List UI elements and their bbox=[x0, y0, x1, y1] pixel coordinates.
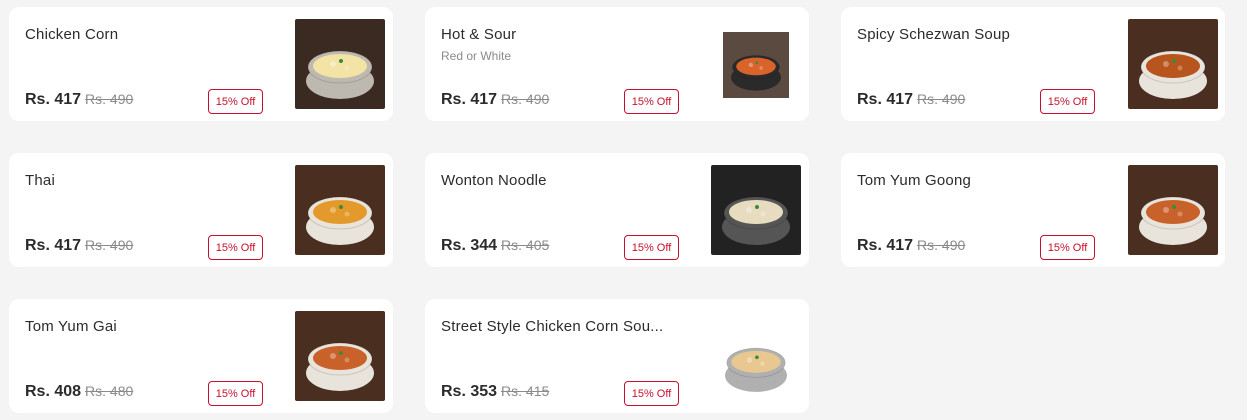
soup-bowl-icon bbox=[295, 19, 385, 109]
item-original-price: Rs. 490 bbox=[85, 91, 134, 107]
item-image[interactable] bbox=[295, 19, 385, 109]
item-price: Rs. 417 bbox=[25, 91, 82, 108]
price-row: Rs. 417 Rs. 490 bbox=[441, 91, 549, 109]
item-image[interactable] bbox=[1128, 165, 1218, 255]
item-original-price: Rs. 490 bbox=[501, 91, 550, 107]
item-image[interactable] bbox=[295, 311, 385, 401]
discount-badge: 15% Off bbox=[208, 89, 263, 114]
item-original-price: Rs. 405 bbox=[501, 237, 550, 253]
price-row: Rs. 417 Rs. 490 bbox=[857, 91, 965, 109]
menu-item-card[interactable]: Tom Yum Gai Rs. 408 Rs. 480 15% Off bbox=[9, 299, 393, 413]
item-name: Chicken Corn bbox=[25, 26, 119, 43]
item-name: Street Style Chicken Corn Sou... bbox=[441, 318, 664, 335]
item-image[interactable] bbox=[295, 165, 385, 255]
discount-badge: 15% Off bbox=[624, 89, 679, 114]
soup-bowl-icon bbox=[723, 32, 789, 98]
item-original-price: Rs. 490 bbox=[917, 237, 966, 253]
price-row: Rs. 417 Rs. 490 bbox=[25, 237, 133, 255]
discount-badge: 15% Off bbox=[1040, 89, 1095, 114]
discount-badge: 15% Off bbox=[624, 235, 679, 260]
price-row: Rs. 417 Rs. 490 bbox=[857, 237, 965, 255]
item-image[interactable] bbox=[1128, 19, 1218, 109]
discount-badge: 15% Off bbox=[208, 235, 263, 260]
item-original-price: Rs. 415 bbox=[501, 383, 550, 399]
item-name: Spicy Schezwan Soup bbox=[857, 26, 1011, 43]
price-row: Rs. 408 Rs. 480 bbox=[25, 383, 133, 401]
item-price: Rs. 417 bbox=[857, 91, 914, 108]
menu-grid: Chicken Corn Rs. 417 Rs. 490 15% Off Hot… bbox=[0, 0, 1247, 420]
menu-item-card[interactable]: Street Style Chicken Corn Sou... Rs. 353… bbox=[425, 299, 809, 413]
menu-item-card[interactable]: Chicken Corn Rs. 417 Rs. 490 15% Off bbox=[9, 7, 393, 121]
item-price: Rs. 417 bbox=[857, 237, 914, 254]
price-row: Rs. 344 Rs. 405 bbox=[441, 237, 549, 255]
item-price: Rs. 408 bbox=[25, 383, 82, 400]
item-name: Tom Yum Gai bbox=[25, 318, 117, 335]
item-name: Wonton Noodle bbox=[441, 172, 547, 189]
item-name: Hot & Sour bbox=[441, 26, 517, 43]
item-original-price: Rs. 480 bbox=[85, 383, 134, 399]
item-price: Rs. 353 bbox=[441, 383, 498, 400]
item-price: Rs. 417 bbox=[441, 91, 498, 108]
menu-item-card[interactable]: Thai Rs. 417 Rs. 490 15% Off bbox=[9, 153, 393, 267]
menu-item-card[interactable]: Spicy Schezwan Soup Rs. 417 Rs. 490 15% … bbox=[841, 7, 1225, 121]
soup-bowl-icon bbox=[715, 319, 797, 401]
price-row: Rs. 417 Rs. 490 bbox=[25, 91, 133, 109]
soup-bowl-icon bbox=[295, 311, 385, 401]
soup-bowl-icon bbox=[295, 165, 385, 255]
item-name: Tom Yum Goong bbox=[857, 172, 972, 189]
discount-badge: 15% Off bbox=[1040, 235, 1095, 260]
price-row: Rs. 353 Rs. 415 bbox=[441, 383, 549, 401]
item-image[interactable] bbox=[711, 165, 801, 255]
item-original-price: Rs. 490 bbox=[917, 91, 966, 107]
item-image[interactable] bbox=[723, 15, 789, 115]
discount-badge: 15% Off bbox=[624, 381, 679, 406]
soup-bowl-icon bbox=[1128, 165, 1218, 255]
item-subtitle: Red or White bbox=[441, 49, 512, 63]
soup-bowl-icon bbox=[1128, 19, 1218, 109]
menu-item-card[interactable]: Tom Yum Goong Rs. 417 Rs. 490 15% Off bbox=[841, 153, 1225, 267]
item-original-price: Rs. 490 bbox=[85, 237, 134, 253]
item-image[interactable] bbox=[711, 319, 801, 401]
item-price: Rs. 344 bbox=[441, 237, 498, 254]
item-name: Thai bbox=[25, 172, 55, 189]
menu-item-card[interactable]: Wonton Noodle Rs. 344 Rs. 405 15% Off bbox=[425, 153, 809, 267]
menu-item-card[interactable]: Hot & Sour Red or White Rs. 417 Rs. 490 … bbox=[425, 7, 809, 121]
item-price: Rs. 417 bbox=[25, 237, 82, 254]
soup-bowl-icon bbox=[711, 165, 801, 255]
discount-badge: 15% Off bbox=[208, 381, 263, 406]
